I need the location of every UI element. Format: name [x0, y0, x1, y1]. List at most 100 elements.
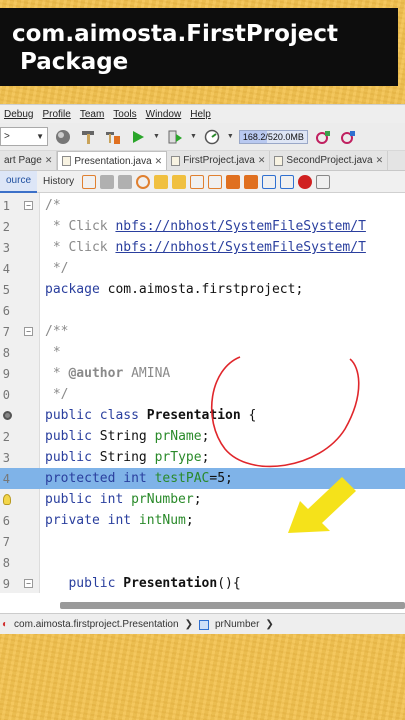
code-token: * Click: [45, 219, 116, 234]
chevron-down-icon[interactable]: ▼: [153, 133, 160, 140]
yellow-arrow-annotation: [288, 477, 356, 533]
code-text: private int intNum;: [45, 513, 194, 528]
code-line[interactable]: 7 − /**: [0, 321, 405, 342]
tab-start-page[interactable]: art Page ✕: [0, 151, 58, 170]
code-token: public class: [45, 408, 147, 423]
menu-debug[interactable]: Debug: [4, 109, 33, 120]
code-token[interactable]: nbfs://nbhost/SystemFileSystem/T: [115, 240, 365, 255]
code-token: *: [45, 366, 69, 381]
close-icon[interactable]: ✕: [45, 155, 53, 166]
field-icon: [198, 619, 209, 630]
line-number: 3: [2, 240, 10, 255]
banner-title-line2: Package: [20, 49, 129, 75]
toggle-highlight-icon[interactable]: [190, 174, 205, 189]
code-line[interactable]: 1 − /*: [0, 195, 405, 216]
code-line[interactable]: 5 package com.aimosta.firstproject;: [0, 279, 405, 300]
code-line[interactable]: 8: [0, 552, 405, 573]
code-token: ;: [193, 492, 202, 507]
code-line[interactable]: 4 */: [0, 258, 405, 279]
config-select[interactable]: > ▼: [0, 127, 48, 146]
tab-history[interactable]: History: [37, 171, 80, 193]
lightbulb-hint-icon[interactable]: [3, 494, 11, 505]
code-text: /*: [45, 198, 61, 213]
code-line[interactable]: 3 * Click nbfs://nbhost/SystemFileSystem…: [0, 237, 405, 258]
record-macro-icon[interactable]: [298, 174, 313, 189]
code-token: */: [45, 261, 69, 276]
code-token: protected int: [45, 471, 155, 486]
memory-indicator[interactable]: 168.2/520.0MB: [238, 129, 308, 144]
nav-member[interactable]: prNumber: [215, 619, 259, 630]
profiler-icon[interactable]: [338, 127, 358, 147]
hammer-icon[interactable]: [78, 127, 98, 147]
editor-subtoolbar: ource History: [0, 170, 405, 193]
toggle-bookmark-icon[interactable]: [208, 174, 223, 189]
line-number: 8: [2, 555, 10, 570]
line-number: 4: [2, 261, 10, 276]
back-icon[interactable]: [100, 174, 115, 189]
prev-bookmark-icon[interactable]: [226, 174, 241, 189]
globe-icon[interactable]: [53, 127, 73, 147]
forward-icon[interactable]: [118, 174, 133, 189]
menu-bar: Debug Profile Team Tools Window Help: [0, 105, 405, 123]
override-marker-icon[interactable]: [3, 411, 12, 420]
chevron-down-icon: ▼: [36, 132, 44, 141]
line-number: 7: [2, 324, 10, 339]
stop-macro-icon[interactable]: [316, 174, 331, 189]
line-number: 6: [2, 303, 10, 318]
config-select-value: >: [4, 131, 10, 142]
horizontal-scrollbar[interactable]: [60, 602, 405, 609]
run-icon[interactable]: [128, 127, 148, 147]
shift-right-icon[interactable]: [280, 174, 295, 189]
code-token: package: [45, 282, 108, 297]
code-token: public: [45, 450, 100, 465]
find-next-icon[interactable]: [172, 174, 187, 189]
menu-profile[interactable]: Profile: [42, 109, 70, 120]
tab-presentation-java[interactable]: Presentation.java ✕: [57, 151, 168, 170]
banner-title-line1: com.aimosta.FirstProject: [12, 21, 338, 47]
find-prev-icon[interactable]: [154, 174, 169, 189]
code-line[interactable]: 9 − public Presentation(){: [0, 573, 405, 594]
banner: com.aimosta.FirstProject Package: [0, 8, 398, 86]
debug-icon[interactable]: [165, 127, 185, 147]
code-token: public: [45, 429, 100, 444]
fold-toggle-icon[interactable]: −: [24, 579, 33, 588]
line-number: 6: [2, 513, 10, 528]
line-number: 2: [2, 429, 10, 444]
gc-icon[interactable]: [313, 127, 333, 147]
menu-tools[interactable]: Tools: [113, 109, 136, 120]
clean-build-icon[interactable]: [103, 127, 123, 147]
next-bookmark-icon[interactable]: [244, 174, 259, 189]
fold-toggle-icon[interactable]: −: [24, 327, 33, 336]
menu-team[interactable]: Team: [80, 109, 104, 120]
code-line[interactable]: 2 * Click nbfs://nbhost/SystemFileSystem…: [0, 216, 405, 237]
code-token: prType: [154, 450, 202, 465]
code-line[interactable]: 6: [0, 300, 405, 321]
chevron-down-icon[interactable]: ▼: [227, 133, 234, 140]
line-number: 2: [2, 219, 10, 234]
chevron-right-icon: ❯: [184, 619, 193, 630]
menu-help[interactable]: Help: [190, 109, 211, 120]
last-edit-icon[interactable]: [82, 174, 97, 189]
nav-path[interactable]: com.aimosta.firstproject.Presentation: [14, 619, 179, 630]
tab-firstproject-java[interactable]: FirstProject.java ✕: [167, 151, 271, 170]
tab-secondproject-java[interactable]: SecondProject.java ✕: [270, 151, 389, 170]
tab-label: art Page: [4, 155, 42, 166]
code-token: /**: [45, 324, 69, 339]
editor-tabs: art Page ✕ Presentation.java ✕ FirstProj…: [0, 151, 405, 171]
close-icon[interactable]: ✕: [258, 155, 266, 166]
tab-label: FirstProject.java: [183, 155, 255, 166]
menu-window[interactable]: Window: [146, 109, 182, 120]
code-token: /*: [45, 198, 61, 213]
line-number: 1: [2, 198, 10, 213]
code-token: String: [99, 429, 155, 444]
search-icon[interactable]: [136, 174, 151, 189]
shift-left-icon[interactable]: [262, 174, 277, 189]
chevron-down-icon[interactable]: ▼: [190, 133, 197, 140]
code-token[interactable]: nbfs://nbhost/SystemFileSystem/T: [115, 219, 365, 234]
close-icon[interactable]: ✕: [376, 155, 384, 166]
close-icon[interactable]: ✕: [155, 156, 163, 167]
fold-toggle-icon[interactable]: −: [24, 201, 33, 210]
profile-icon[interactable]: [202, 127, 222, 147]
code-text: package com.aimosta.firstproject;: [45, 282, 303, 297]
tab-source[interactable]: ource: [0, 170, 38, 193]
